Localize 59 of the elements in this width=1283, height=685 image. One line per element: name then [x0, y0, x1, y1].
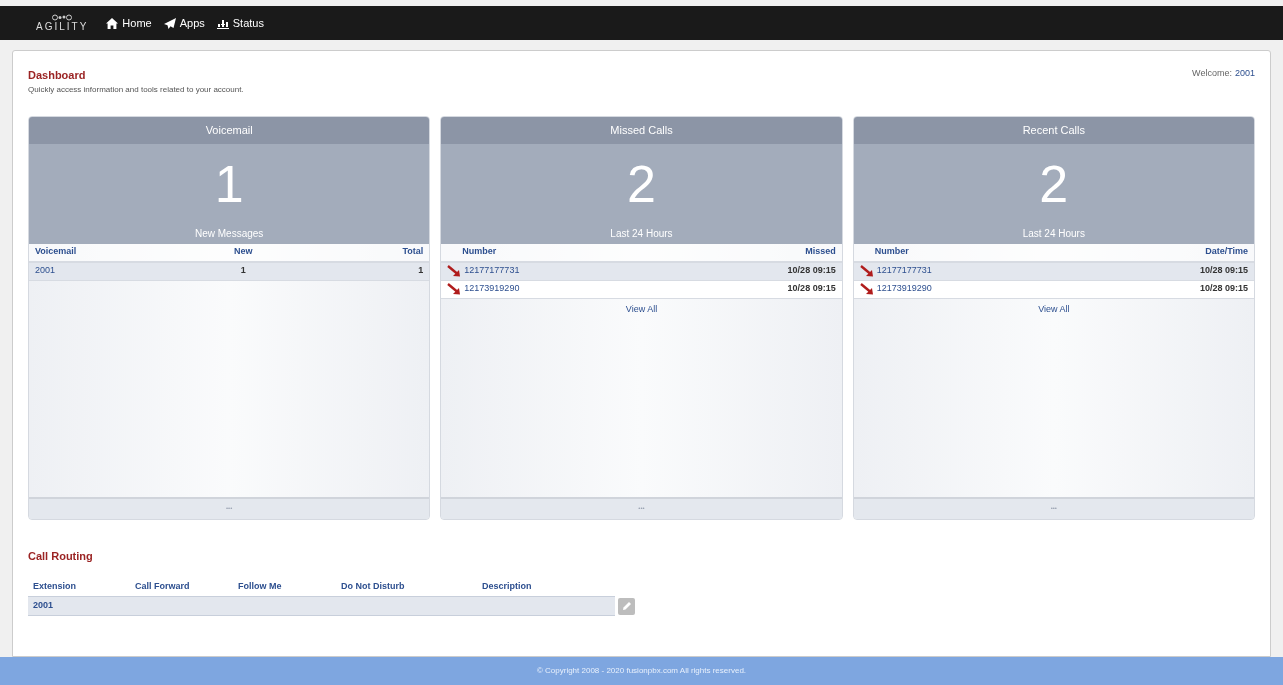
column-header: New: [233, 245, 254, 259]
column-header: Total: [401, 245, 424, 259]
caption: New Messages: [195, 226, 264, 241]
table-row[interactable]: 2001 1 1: [29, 262, 430, 281]
count: 2: [627, 153, 656, 215]
panel-title: Missed Calls: [610, 122, 673, 138]
arrow-icon: [859, 265, 874, 277]
page-title: Dashboard: [28, 68, 87, 83]
column-header: Follow Me: [238, 580, 283, 594]
view-all-link[interactable]: View All: [625, 302, 658, 316]
pencil-icon: [621, 601, 632, 611]
column-header: Extension: [33, 580, 77, 594]
column-header: Date/Time: [1204, 245, 1248, 259]
column-header: Voicemail: [35, 245, 78, 259]
table-row[interactable]: 12177177731 10/28 09:15: [441, 262, 842, 281]
column-header: Do Not Disturb: [341, 580, 406, 594]
table-cell-text: 12177177731: [463, 264, 521, 278]
arrow-icon: [447, 283, 462, 295]
copyright-text: © Copyright 2008 - 2020 fusionpbx.com All rights reserved.: [536, 665, 747, 677]
count: 2: [1039, 153, 1069, 215]
arrow-icon: [447, 265, 462, 277]
page-subtitle: Quickly access information and tools related to your account.: [28, 83, 244, 96]
panel-title: Recent Calls: [1022, 122, 1085, 138]
column-header: Call Forward: [135, 580, 191, 594]
table-cell-text: 10/28 09:15: [786, 264, 836, 278]
section-title: Call Routing: [28, 548, 94, 564]
home-icon: [106, 17, 119, 29]
view-all-link[interactable]: View All: [1038, 302, 1070, 316]
column-header: Missed: [804, 245, 836, 259]
table-cell-text: 10/28 09:15: [1198, 282, 1248, 296]
table-cell-text: 2001: [35, 264, 57, 278]
table-cell-text: 12173919290: [463, 282, 521, 296]
table-row[interactable]: 2001: [28, 596, 615, 616]
nav-link[interactable]: Status: [216, 14, 264, 32]
logo-icon: [51, 14, 74, 21]
table-cell-text: 1: [417, 264, 424, 278]
table-cell-text: 12173919290: [875, 282, 933, 296]
column-header: Number: [873, 245, 910, 259]
welcome-label: Welcome:: [1192, 67, 1232, 80]
table-cell-text: 10/28 09:15: [786, 282, 836, 296]
column-header: Description: [482, 580, 533, 594]
edit-button[interactable]: [618, 597, 635, 615]
caption: Last 24 Hours: [1022, 226, 1085, 241]
count: 1: [214, 153, 244, 215]
table-cell-text: 10/28 09:15: [1198, 264, 1248, 278]
arrow-icon: [859, 283, 874, 295]
logo-text[interactable]: AGILITY: [36, 21, 89, 32]
table-row[interactable]: 12177177731 10/28 09:15: [853, 262, 1254, 281]
table-cell-text: 2001: [33, 599, 55, 613]
panel-title: Voicemail: [205, 122, 253, 138]
table-cell-text: 1: [239, 264, 247, 278]
username-link[interactable]: 2001: [1234, 67, 1255, 81]
table-cell-text: 12177177731: [875, 264, 933, 278]
caption: Last 24 Hours: [610, 226, 673, 241]
column-header: Number: [461, 245, 498, 259]
bar-chart-icon: [216, 17, 229, 29]
nav-link[interactable]: Home: [106, 14, 152, 32]
paper-plane-icon: [163, 17, 176, 29]
nav-link[interactable]: Apps: [163, 14, 205, 32]
